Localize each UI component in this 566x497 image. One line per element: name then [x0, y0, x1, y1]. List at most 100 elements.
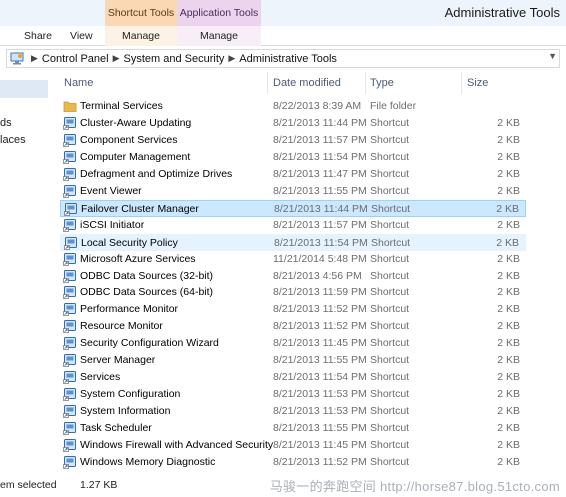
- file-name: Microsoft Azure Services: [80, 252, 196, 265]
- chevron-down-icon[interactable]: ▼: [548, 51, 557, 61]
- file-row[interactable]: System Configuration 8/21/2013 11:53 PM Sh…: [60, 386, 526, 403]
- file-type: Shortcut: [370, 455, 410, 468]
- file-row[interactable]: Failover Cluster Manager 8/21/2013 11:44 …: [60, 199, 526, 217]
- file-type: Shortcut: [370, 218, 410, 231]
- file-row[interactable]: ODBC Data Sources (64-bit) 8/21/2013 11:5…: [60, 284, 526, 301]
- column-header-name[interactable]: Name: [64, 72, 93, 94]
- column-header-type[interactable]: Type: [370, 72, 394, 94]
- breadcrumb-control-panel[interactable]: Control Panel: [42, 53, 109, 65]
- iscsi-icon: [63, 218, 77, 232]
- column-divider[interactable]: [267, 72, 268, 94]
- file-name: Event Viewer: [80, 184, 142, 197]
- status-selection-size: 1.27 KB: [80, 479, 118, 491]
- tab-view[interactable]: View: [70, 26, 93, 46]
- file-date-modified: 11/21/2014 5:48 PM: [273, 252, 367, 265]
- file-row[interactable]: Windows Firewall with Advanced Security 8…: [60, 437, 526, 454]
- file-type: Shortcut: [370, 116, 410, 129]
- file-row[interactable]: Local Security Policy 8/21/2013 11:54 PM S…: [60, 233, 526, 251]
- file-row[interactable]: Services 8/21/2013 11:54 PM Shortcut 2 KB: [60, 369, 526, 386]
- file-row[interactable]: Component Services 8/21/2013 11:57 PM Shor…: [60, 132, 526, 149]
- file-name: Security Configuration Wizard: [80, 337, 219, 350]
- file-size: 2 KB: [497, 455, 520, 468]
- file-date-modified: 8/21/2013 11:44 PM: [274, 202, 368, 215]
- file-row[interactable]: Windows Memory Diagnostic 8/21/2013 11:52…: [60, 454, 526, 471]
- nav-item-downloads[interactable]: ds: [0, 117, 12, 129]
- file-size: 2 KB: [497, 320, 520, 333]
- file-size: 2 KB: [497, 218, 520, 231]
- tab-manage-shortcut[interactable]: Manage: [105, 26, 177, 46]
- breadcrumb-administrative-tools[interactable]: Administrative Tools: [239, 53, 337, 65]
- system-config-icon: [63, 387, 77, 401]
- nav-selected-item[interactable]: [0, 80, 48, 98]
- task-scheduler-icon: [63, 421, 77, 435]
- file-name: Server Manager: [80, 354, 156, 367]
- file-size: 2 KB: [497, 133, 520, 146]
- file-row[interactable]: Resource Monitor 8/21/2013 11:52 PM Shortc…: [60, 318, 526, 335]
- nav-item-recent-places[interactable]: laces: [0, 134, 26, 146]
- security-policy-icon: [64, 236, 78, 250]
- column-divider[interactable]: [365, 72, 366, 94]
- file-row[interactable]: ODBC Data Sources (32-bit) 8/21/2013 4:56…: [60, 268, 526, 285]
- address-row: ▶ Control Panel ▶ System and Security ▶ …: [0, 47, 566, 70]
- column-header-date[interactable]: Date modified: [273, 72, 341, 94]
- event-viewer-icon: [63, 184, 77, 198]
- file-row[interactable]: Cluster-Aware Updating 8/21/2013 11:44 PM…: [60, 115, 526, 132]
- tab-manage-application[interactable]: Manage: [177, 26, 261, 46]
- file-type: Shortcut: [370, 133, 410, 146]
- file-type: Shortcut: [370, 388, 410, 401]
- navigation-pane: ds laces: [0, 70, 56, 475]
- file-type: Shortcut: [371, 202, 411, 215]
- file-row[interactable]: System Information 8/21/2013 11:53 PM Shor…: [60, 403, 526, 420]
- services-icon: [63, 370, 77, 384]
- file-size: 2 KB: [497, 337, 520, 350]
- file-type: Shortcut: [370, 269, 410, 282]
- file-size: 2 KB: [497, 405, 520, 418]
- file-size: 2 KB: [497, 354, 520, 367]
- odbc-icon: [63, 269, 77, 283]
- file-date-modified: 8/21/2013 11:47 PM: [273, 167, 367, 180]
- file-row[interactable]: Computer Management 8/21/2013 11:54 PM Sho…: [60, 149, 526, 166]
- breadcrumb-system-and-security[interactable]: System and Security: [124, 53, 225, 65]
- component-services-icon: [63, 133, 77, 147]
- server-manager-icon: [63, 353, 77, 368]
- column-header-size[interactable]: Size: [467, 72, 488, 94]
- file-date-modified: 8/21/2013 11:55 PM: [273, 422, 367, 435]
- system-info-icon: [63, 404, 77, 418]
- file-row[interactable]: Terminal Services 8/22/2013 8:39 AM File f…: [60, 98, 526, 115]
- tab-share[interactable]: Share: [24, 26, 52, 46]
- ribbon-tab-bar: Share View Manage Manage: [0, 26, 566, 46]
- file-row[interactable]: Server Manager 8/21/2013 11:55 PM Shortcut…: [60, 352, 526, 369]
- file-type: Shortcut: [370, 337, 410, 350]
- file-type: Shortcut: [370, 320, 410, 333]
- file-size: 2 KB: [497, 252, 520, 265]
- file-row[interactable]: iSCSI Initiator 8/21/2013 11:57 PM Shortcu…: [60, 217, 526, 234]
- file-size: 2 KB: [497, 286, 520, 299]
- file-row[interactable]: Security Configuration Wizard 8/21/2013 1…: [60, 335, 526, 352]
- odbc-icon: [63, 285, 77, 300]
- file-name: System Information: [80, 405, 171, 418]
- watermark-text: 马骏一的奔跑空间 http://horse87.blog.51cto.com: [269, 479, 560, 494]
- file-type: Shortcut: [370, 371, 410, 384]
- chevron-right-icon: ▶: [112, 53, 120, 63]
- file-date-modified: 8/21/2013 11:53 PM: [273, 405, 367, 418]
- file-name: Terminal Services: [80, 100, 163, 112]
- file-date-modified: 8/21/2013 11:57 PM: [273, 133, 367, 146]
- file-size: 2 KB: [497, 116, 520, 129]
- file-type: Shortcut: [370, 422, 410, 435]
- file-date-modified: 8/21/2013 4:56 PM: [273, 269, 362, 282]
- file-row[interactable]: Defragment and Optimize Drives 8/21/2013 …: [60, 166, 526, 183]
- file-row[interactable]: Performance Monitor 8/21/2013 11:52 PM Sho…: [60, 301, 526, 318]
- file-name: Resource Monitor: [80, 320, 163, 333]
- file-date-modified: 8/21/2013 11:54 PM: [273, 371, 367, 384]
- file-size: 2 KB: [496, 202, 519, 215]
- file-row[interactable]: Microsoft Azure Services 11/21/2014 5:48 …: [60, 251, 526, 268]
- column-divider[interactable]: [461, 72, 462, 94]
- file-name: Component Services: [80, 133, 178, 146]
- file-date-modified: 8/21/2013 11:52 PM: [273, 303, 367, 316]
- window-title: Administrative Tools: [444, 5, 560, 20]
- file-name: Performance Monitor: [80, 303, 179, 316]
- file-row[interactable]: Event Viewer 8/21/2013 11:55 PM Shortcut 2 …: [60, 183, 526, 200]
- file-row[interactable]: Task Scheduler 8/21/2013 11:55 PM Shortcut…: [60, 420, 526, 437]
- file-size: 2 KB: [497, 184, 520, 197]
- address-bar[interactable]: ▶ Control Panel ▶ System and Security ▶ …: [6, 49, 560, 68]
